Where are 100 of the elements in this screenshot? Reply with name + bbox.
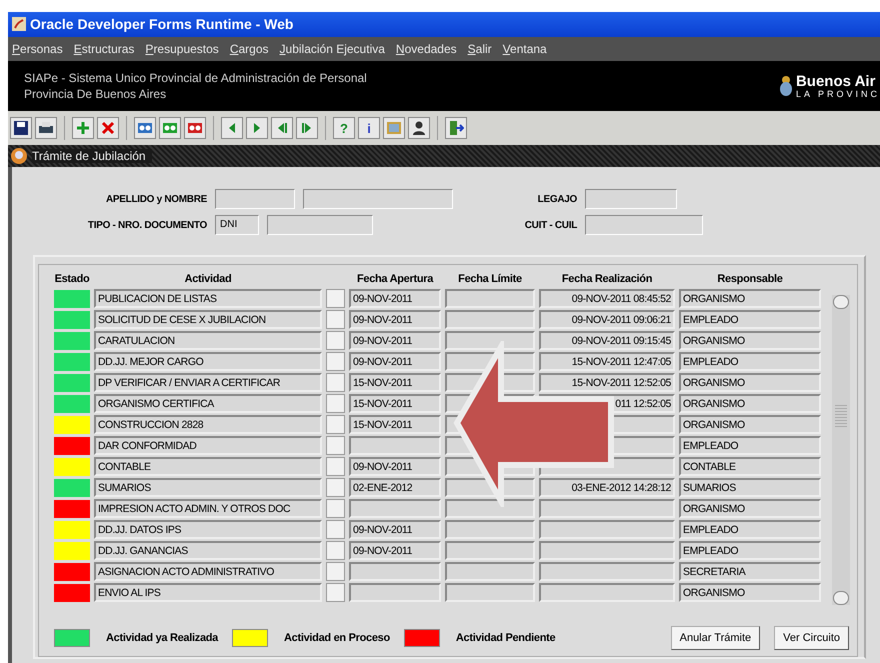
input-field[interactable]: DNI bbox=[215, 215, 259, 235]
field-label: APELLIDO y NOMBRE bbox=[106, 194, 207, 204]
table-cell: 09-NOV-2011 09:15:45 bbox=[539, 331, 675, 350]
table-cell: DD.JJ. DATOS IPS bbox=[94, 520, 322, 539]
list-button[interactable] bbox=[326, 583, 345, 602]
input-field[interactable] bbox=[585, 189, 677, 209]
list-button[interactable] bbox=[326, 457, 345, 476]
table-cell: 09-NOV-2011 bbox=[349, 457, 441, 476]
form-title: Trámite de Jubilación bbox=[32, 149, 152, 164]
scroll-grip[interactable] bbox=[835, 405, 847, 429]
list-button[interactable] bbox=[326, 520, 345, 539]
column-header: Fecha Apertura bbox=[356, 272, 434, 287]
table-cell: SECRETARIA bbox=[679, 562, 821, 581]
table-cell: ORGANISMO bbox=[679, 415, 821, 434]
table-cell: 09-NOV-2011 bbox=[349, 520, 441, 539]
table-cell: 15-NOV-2011 bbox=[349, 415, 441, 434]
person-icon[interactable] bbox=[408, 117, 430, 140]
action-button[interactable]: Anular Trámite bbox=[670, 626, 760, 650]
menu-item[interactable]: Jubilación Ejecutiva bbox=[280, 42, 385, 56]
coat-of-arms-icon bbox=[778, 75, 793, 98]
menu-item[interactable]: Cargos bbox=[230, 42, 269, 56]
save-icon[interactable] bbox=[10, 117, 32, 140]
menu-item[interactable]: Estructuras bbox=[74, 42, 134, 56]
table-cell: DAR CONFORMIDAD bbox=[94, 436, 322, 455]
list-button[interactable] bbox=[326, 373, 345, 392]
app-icon bbox=[12, 17, 26, 32]
menu-item[interactable]: Ventana bbox=[502, 42, 547, 56]
list-button[interactable] bbox=[326, 436, 345, 455]
table-cell: ORGANISMO bbox=[679, 583, 821, 602]
printer-icon[interactable] bbox=[35, 117, 57, 140]
table-cell: 09-NOV-2011 bbox=[349, 310, 441, 329]
plus-icon[interactable] bbox=[72, 117, 94, 140]
legend-label: Actividad ya Realizada bbox=[106, 632, 218, 644]
table-cell: SUMARIOS bbox=[94, 478, 322, 497]
table-cell: 03-ENE-2012 14:28:12 bbox=[539, 478, 675, 497]
menu-item[interactable]: Personas bbox=[12, 42, 63, 56]
info-icon[interactable]: i bbox=[358, 117, 380, 140]
legend-label: Actividad en Proceso bbox=[284, 632, 390, 644]
table-cell: 15-NOV-2011 bbox=[349, 373, 441, 392]
list-button[interactable] bbox=[326, 541, 345, 560]
input-field[interactable] bbox=[303, 189, 453, 209]
skip-left-icon[interactable] bbox=[271, 117, 293, 140]
table-cell: 09-NOV-2011 08:45:52 bbox=[539, 289, 675, 308]
scroll-up-button[interactable] bbox=[833, 295, 849, 309]
binoculars-icon[interactable] bbox=[134, 117, 156, 140]
table-cell: ORGANISMO CERTIFICA bbox=[94, 394, 322, 413]
table-cell: 09-NOV-2011 bbox=[349, 352, 441, 371]
logo-text: Buenos Air bbox=[796, 74, 876, 89]
table-cell: 15-NOV-2011 bbox=[349, 394, 441, 413]
help-icon[interactable]: ? bbox=[333, 117, 355, 140]
binoculars-icon[interactable] bbox=[159, 117, 181, 140]
table-cell: DD.JJ. MEJOR CARGO bbox=[94, 352, 322, 371]
table-cell: 09-NOV-2011 bbox=[349, 289, 441, 308]
logo-subtitle: LA PROVINC bbox=[796, 88, 880, 99]
table-cell: ORGANISMO bbox=[679, 331, 821, 350]
list-button[interactable] bbox=[326, 289, 345, 308]
list-button[interactable] bbox=[326, 352, 345, 371]
list-button[interactable] bbox=[326, 478, 345, 497]
list-button[interactable] bbox=[326, 415, 345, 434]
list-button[interactable] bbox=[326, 562, 345, 581]
skip-right-icon[interactable] bbox=[296, 117, 318, 140]
table-cell: 15-NOV-2011 12:47:05 bbox=[539, 352, 675, 371]
input-field[interactable] bbox=[267, 215, 373, 235]
column-header: Actividad bbox=[184, 272, 232, 287]
action-button[interactable]: Ver Circuito bbox=[774, 626, 849, 650]
input-field[interactable] bbox=[215, 189, 295, 209]
scrollbar[interactable] bbox=[832, 295, 850, 605]
table-cell: ORGANISMO bbox=[679, 289, 821, 308]
form-icon bbox=[10, 147, 28, 166]
table-cell: CONTABLE bbox=[94, 457, 322, 476]
window-title: Oracle Developer Forms Runtime - Web bbox=[30, 16, 294, 32]
menu-item[interactable]: Presupuestos bbox=[145, 42, 219, 56]
menu-item[interactable]: Salir bbox=[468, 42, 492, 56]
list-button[interactable] bbox=[326, 499, 345, 518]
scroll-down-button[interactable] bbox=[833, 591, 849, 605]
menu-item[interactable]: Novedades bbox=[396, 42, 457, 56]
table-cell: EMPLEADO bbox=[679, 310, 821, 329]
table-cell: ASIGNACION ACTO ADMINISTRATIVO bbox=[94, 562, 322, 581]
table-cell: CONTABLE bbox=[679, 457, 821, 476]
binoculars-icon[interactable] bbox=[184, 117, 206, 140]
table-cell: DD.JJ. GANANCIAS bbox=[94, 541, 322, 560]
table-cell: 15-NOV-2011 12:52:05 bbox=[539, 373, 675, 392]
table-cell: 02-ENE-2012 bbox=[349, 478, 441, 497]
list-button[interactable] bbox=[326, 331, 345, 350]
input-field[interactable] bbox=[585, 215, 703, 235]
delete-icon[interactable] bbox=[97, 117, 119, 140]
list-button[interactable] bbox=[326, 394, 345, 413]
table-cell: ORGANISMO bbox=[679, 373, 821, 392]
table-cell: PUBLICACION DE LISTAS bbox=[94, 289, 322, 308]
column-header: Fecha Realización bbox=[560, 272, 654, 287]
table-cell: EMPLEADO bbox=[679, 436, 821, 455]
field-label: LEGAJO bbox=[538, 194, 577, 204]
table-cell: 09-NOV-2011 bbox=[349, 331, 441, 350]
list-button[interactable] bbox=[326, 310, 345, 329]
table-cell: DP VERIFICAR / ENVIAR A CERTIFICAR bbox=[94, 373, 322, 392]
table-cell: SUMARIOS bbox=[679, 478, 821, 497]
province-name: Provincia De Buenos Aires bbox=[24, 86, 168, 102]
exit-door-icon[interactable] bbox=[445, 117, 467, 140]
table-cell: IMPRESION ACTO ADMIN. Y OTROS DOC bbox=[94, 499, 322, 518]
table-cell: CARATULACION bbox=[94, 331, 322, 350]
